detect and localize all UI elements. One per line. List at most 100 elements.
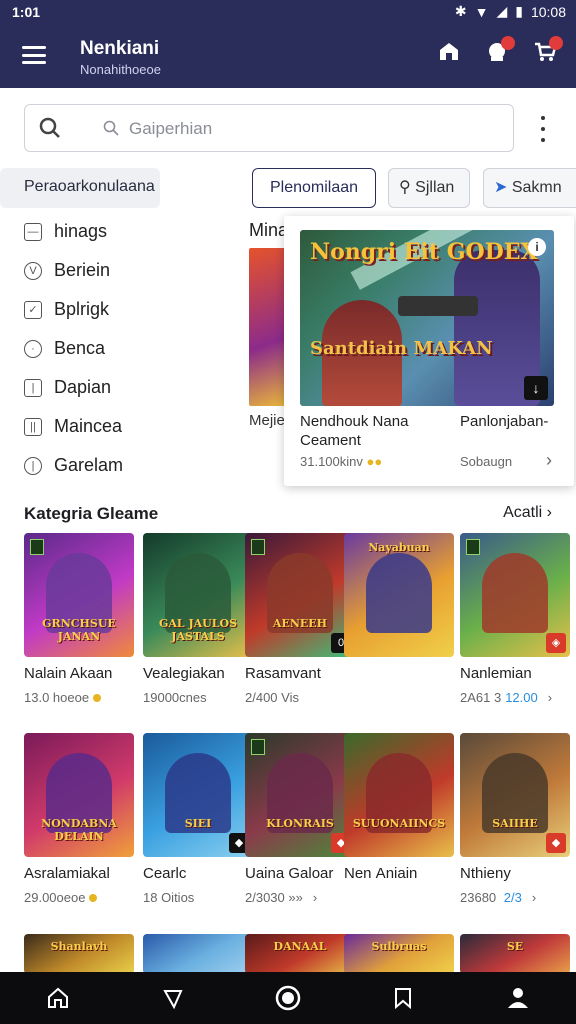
section-title: Kategria Gleame xyxy=(24,504,159,523)
game-name: Nen Aniain xyxy=(344,865,418,882)
game-card[interactable]: GAL JAULOS JASTALS Vealegiakan 19000cnes xyxy=(143,533,253,705)
game-meta-value: 18 Oitios xyxy=(143,890,195,905)
status-time: 1:01 xyxy=(12,4,41,20)
search-input[interactable] xyxy=(129,115,499,143)
home-icon[interactable] xyxy=(38,978,78,1018)
game-logo-text: SE xyxy=(506,940,524,953)
chevron-right-icon[interactable]: › xyxy=(546,450,552,471)
download-icon[interactable]: ↓ xyxy=(524,376,548,400)
game-card[interactable]: DANAAL xyxy=(245,934,355,974)
game-thumbnail[interactable]: SAIIHE ◆ xyxy=(460,733,570,857)
chip-filter-b[interactable]: ⚲ Sjllan xyxy=(388,168,470,208)
chevron-right-icon[interactable]: › xyxy=(532,890,536,905)
game-card[interactable]: SAIIHE ◆ Nthieny 23680 2/3 › xyxy=(460,733,570,905)
game-name: Vealegiakan xyxy=(143,665,225,682)
bracket-icon: | xyxy=(24,456,42,475)
game-thumbnail[interactable]: SUUONAIINCS xyxy=(344,733,454,857)
notification-badge xyxy=(501,36,515,50)
mid-thumbnail[interactable] xyxy=(249,248,287,406)
chip-filter-c[interactable]: ➤ Sakmn xyxy=(483,168,576,208)
app-subtitle: Nonahithoeoe xyxy=(80,62,161,77)
game-card[interactable]: GRNCHSUE JANAN Nalain Akaan 13.0 hoeoe xyxy=(24,533,134,705)
game-thumbnail[interactable]: ◈ xyxy=(460,533,570,657)
game-card[interactable]: KLONRAIS ◆ Uaina Galoar 2/3030 »» › xyxy=(245,733,355,905)
wifi-icon: ▼ xyxy=(474,3,489,20)
status-clock: 10:08 xyxy=(530,3,566,20)
tag-icon xyxy=(30,539,44,555)
chevron-right-icon[interactable]: › xyxy=(313,890,317,905)
status-icons: ✱ ▼ ◢ ▮ 10:08 xyxy=(455,3,566,20)
hamburger-menu-icon[interactable] xyxy=(22,44,46,66)
featured-popup[interactable]: Nongri Eit GODEX Santdiain MAKAN i ↓ Nen… xyxy=(284,216,574,486)
featured-art[interactable]: Nongri Eit GODEX Santdiain MAKAN i ↓ xyxy=(300,230,554,406)
chip-filter-b-label: Sjllan xyxy=(415,179,455,196)
game-card[interactable]: Nayabuan xyxy=(344,533,454,657)
coin-icon xyxy=(93,693,102,702)
game-logo-text: GRNCHSUE JANAN xyxy=(42,617,116,643)
section-link-label: Acatli xyxy=(503,504,543,521)
game-name: Nanlemian xyxy=(460,665,532,682)
coin-icon: ●● xyxy=(366,454,383,469)
bluetooth-icon: ✱ xyxy=(454,3,467,19)
category-item[interactable]: V Beriein xyxy=(24,251,234,290)
category-item[interactable]: · Benca xyxy=(24,329,234,368)
category-item[interactable]: — hinags xyxy=(24,212,234,251)
game-card[interactable] xyxy=(143,934,253,974)
app-title: Nenkiani xyxy=(80,38,160,59)
game-card[interactable]: Shanlavh xyxy=(24,934,134,974)
game-thumbnail[interactable]: NONDABNA DELAIN xyxy=(24,733,134,857)
category-label: Maincea xyxy=(54,416,123,436)
gun-shape xyxy=(398,296,478,316)
info-icon[interactable]: i xyxy=(528,238,546,256)
game-card[interactable]: SUUONAIINCS Nen Aniain xyxy=(344,733,454,890)
back-icon[interactable] xyxy=(153,978,193,1018)
game-card[interactable]: ◈ Nanlemian 2A61 3 12.00 › xyxy=(460,533,570,705)
notification-icon[interactable] xyxy=(484,36,515,66)
game-card[interactable]: AENEEH 0 Rasamvant 2/400 Vis xyxy=(245,533,355,705)
category-item[interactable]: | Garelam xyxy=(24,446,234,485)
game-meta-value: 29.00oeoe xyxy=(24,890,86,905)
game-thumbnail[interactable]: AENEEH 0 xyxy=(245,533,355,657)
featured-price-value: 31.100kinv xyxy=(300,454,363,469)
game-meta-highlight: 2/3 xyxy=(503,890,522,905)
featured-title-2[interactable]: Panlonjaban- xyxy=(460,412,570,431)
search-bar[interactable] xyxy=(24,104,514,152)
game-thumbnail[interactable]: Shanlavh xyxy=(24,934,134,974)
game-card[interactable]: SE xyxy=(460,934,570,974)
game-meta: 2A61 3 12.00 › xyxy=(460,690,570,705)
game-meta: 2/400 Vis xyxy=(245,690,355,705)
game-thumbnail[interactable]: SIEI ◆ xyxy=(143,733,253,857)
game-thumbnail[interactable] xyxy=(143,934,253,974)
app-actions xyxy=(436,36,563,66)
search-small-icon: ⚲ xyxy=(399,179,416,196)
game-thumbnail[interactable]: DANAAL xyxy=(245,934,355,974)
bookmark-icon[interactable] xyxy=(383,978,423,1018)
game-thumbnail[interactable]: Sulbruas xyxy=(344,934,454,974)
tag-icon xyxy=(466,539,480,555)
game-card[interactable]: SIEI ◆ Cearlc 18 Oitios xyxy=(143,733,253,905)
chevron-right-icon[interactable]: › xyxy=(548,690,552,705)
game-thumbnail[interactable]: GRNCHSUE JANAN xyxy=(24,533,134,657)
circle-icon[interactable] xyxy=(268,978,308,1018)
category-item[interactable]: || Maincea xyxy=(24,407,234,446)
game-thumbnail[interactable]: KLONRAIS ◆ xyxy=(245,733,355,857)
category-item[interactable]: | Dapian xyxy=(24,368,234,407)
game-thumbnail[interactable]: SE xyxy=(460,934,570,974)
section-see-all-link[interactable]: Acatli › xyxy=(503,504,552,522)
chip-category[interactable]: Peraoarkonulaana xyxy=(0,168,160,208)
store-icon[interactable] xyxy=(436,40,462,66)
cart-icon[interactable] xyxy=(532,36,563,66)
game-meta-value: 23680 xyxy=(460,890,500,905)
game-thumbnail[interactable]: Nayabuan xyxy=(344,533,454,657)
chip-filter-a[interactable]: Plenomilaan xyxy=(252,168,376,208)
game-card[interactable]: NONDABNA DELAIN Asralamiakal 29.00oeoe xyxy=(24,733,134,905)
category-item[interactable]: ✓ Bplrigk xyxy=(24,290,234,329)
game-thumbnail[interactable]: GAL JAULOS JASTALS xyxy=(143,533,253,657)
category-label: Bplrigk xyxy=(54,299,110,319)
game-meta: 13.0 hoeoe xyxy=(24,690,134,705)
game-card[interactable]: Sulbruas xyxy=(344,934,454,974)
more-options-icon[interactable] xyxy=(534,116,552,142)
featured-title[interactable]: Nendhouk Nana Ceament xyxy=(300,412,450,450)
profile-icon[interactable] xyxy=(498,978,538,1018)
featured-price-2: Sobaugn xyxy=(460,454,513,469)
